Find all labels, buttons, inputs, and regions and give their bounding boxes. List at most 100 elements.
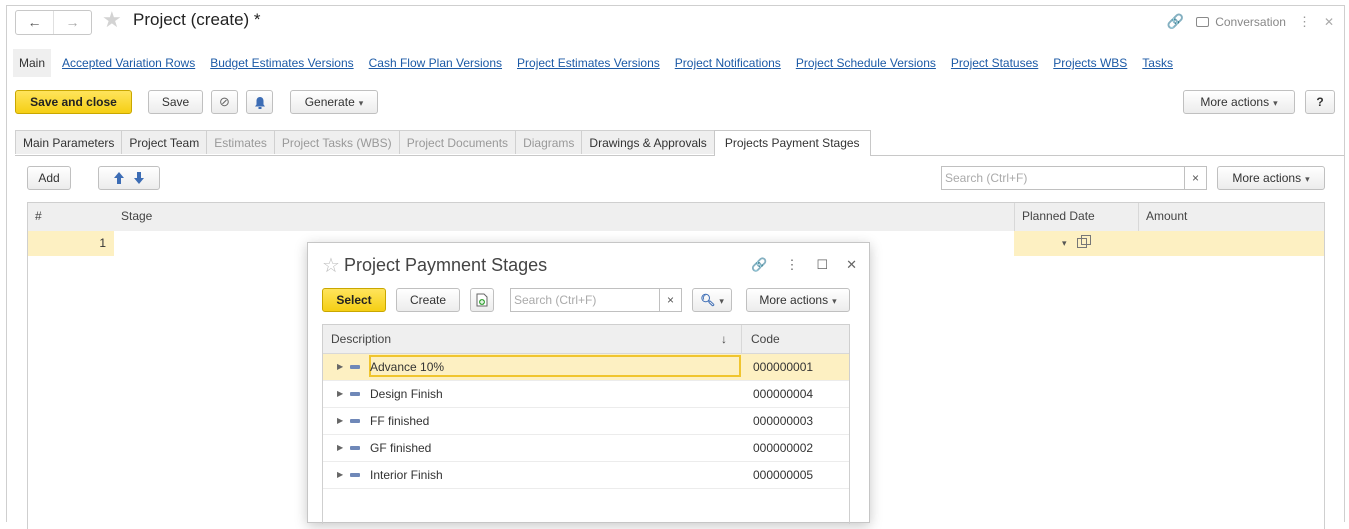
- expand-arrow-icon[interactable]: ▶: [337, 435, 343, 461]
- column-header-planned-date[interactable]: Planned Date: [1014, 203, 1138, 231]
- main-toolbar: Save and close Save ⊘ Generate ▾ More act…: [15, 90, 1344, 116]
- create-copy-button[interactable]: [470, 288, 494, 312]
- chat-bubble-icon: [1196, 16, 1210, 27]
- item-marker-icon: [350, 419, 360, 423]
- item-description: Interior Finish: [370, 468, 443, 482]
- conversation-button[interactable]: Conversation: [1196, 15, 1286, 29]
- favorite-star-icon[interactable]: ☆: [322, 253, 340, 278]
- popup-search-input[interactable]: Search (Ctrl+F): [510, 288, 660, 312]
- close-icon[interactable]: ✕: [1324, 15, 1334, 29]
- save-button[interactable]: Save: [148, 90, 203, 114]
- maximize-icon[interactable]: ☐: [816, 257, 828, 273]
- column-header-number[interactable]: #: [28, 203, 114, 231]
- chevron-down-icon: ▾: [1305, 174, 1310, 184]
- tab-project-documents[interactable]: Project Documents: [398, 130, 517, 154]
- close-icon[interactable]: ✕: [846, 257, 857, 273]
- expand-arrow-icon[interactable]: ▶: [337, 354, 343, 380]
- tab-drawings-approvals[interactable]: Drawings & Approvals: [581, 130, 715, 154]
- expand-arrow-icon[interactable]: ▶: [337, 381, 343, 407]
- link-icon[interactable]: 🔗: [751, 257, 767, 273]
- link-icon[interactable]: 🔗: [1167, 13, 1184, 30]
- tab-estimates[interactable]: Estimates: [206, 130, 275, 154]
- more-actions-button[interactable]: More actions ▾: [1183, 90, 1295, 114]
- table-more-actions-button[interactable]: More actions ▾: [1217, 166, 1325, 190]
- expand-arrow-icon[interactable]: ▶: [337, 408, 343, 434]
- payment-stages-selection-popup: ☆ Project Paymnent Stages 🔗 ⋮ ☐ ✕ Select…: [307, 242, 870, 524]
- chevron-down-icon: ▾: [1273, 98, 1278, 108]
- nav-tasks[interactable]: Tasks: [1142, 56, 1173, 70]
- popup-stages-list: Description ↓ Code ▶ Advance 10% 0000000…: [322, 324, 850, 524]
- bell-icon: [254, 97, 265, 109]
- column-header-code[interactable]: Code: [751, 325, 780, 353]
- history-nav: ← →: [15, 10, 92, 35]
- item-code: 000000002: [753, 441, 814, 455]
- nav-project-notifications[interactable]: Project Notifications: [675, 56, 781, 70]
- back-button[interactable]: ←: [16, 11, 53, 34]
- favorite-star-icon[interactable]: ★: [102, 8, 122, 32]
- item-marker-icon: [350, 365, 360, 369]
- list-item[interactable]: ▶ Design Finish 000000004: [323, 381, 849, 408]
- nav-accepted-variation-rows[interactable]: Accepted Variation Rows: [62, 56, 195, 70]
- table-search-clear-button[interactable]: ×: [1185, 166, 1207, 190]
- column-header-description[interactable]: Description: [331, 325, 391, 353]
- list-item[interactable]: ▶ Advance 10% 000000001: [323, 354, 849, 381]
- move-buttons: [98, 166, 160, 190]
- form-tabs: Main Parameters Project Team Estimates P…: [15, 130, 1344, 156]
- popup-window-controls: 🔗 ⋮ ☐ ✕: [751, 257, 857, 273]
- table-search-input[interactable]: Search (Ctrl+F): [941, 166, 1185, 190]
- window-title: Project (create) *: [133, 10, 261, 29]
- select-button[interactable]: Select: [322, 288, 386, 312]
- conversation-label: Conversation: [1215, 14, 1286, 29]
- nav-projects-wbs[interactable]: Projects WBS: [1053, 56, 1127, 70]
- move-up-icon[interactable]: [112, 171, 126, 185]
- attach-button[interactable]: ⊘: [211, 90, 238, 114]
- save-and-close-button[interactable]: Save and close: [15, 90, 132, 114]
- create-button[interactable]: Create: [396, 288, 460, 312]
- search-options-button[interactable]: 🔍︎ ▾: [692, 288, 732, 312]
- tab-project-team[interactable]: Project Team: [121, 130, 208, 154]
- forward-button[interactable]: →: [53, 11, 91, 34]
- more-menu-icon[interactable]: ⋮: [785, 257, 798, 273]
- popup-more-actions-button[interactable]: More actions ▾: [746, 288, 850, 312]
- item-marker-icon: [350, 446, 360, 450]
- item-description: Advance 10%: [370, 360, 445, 374]
- sort-descending-icon[interactable]: ↓: [721, 325, 727, 353]
- popup-toolbar: Select Create Search (Ctrl+F) × 🔍︎ ▾ More…: [322, 288, 855, 314]
- popup-list-header: Description ↓ Code: [323, 325, 849, 354]
- generate-button[interactable]: Generate ▾: [290, 90, 378, 114]
- nav-project-statuses[interactable]: Project Statuses: [951, 56, 1038, 70]
- nav-project-estimates-versions[interactable]: Project Estimates Versions: [517, 56, 660, 70]
- nav-budget-estimates-versions[interactable]: Budget Estimates Versions: [210, 56, 353, 70]
- item-description: Design Finish: [370, 387, 443, 401]
- item-marker-icon: [350, 392, 360, 396]
- nav-main[interactable]: Main: [13, 49, 52, 77]
- form-navigation: Main Accepted Variation Rows Budget Esti…: [13, 48, 1173, 78]
- item-description: GF finished: [370, 441, 432, 455]
- nav-project-schedule-versions[interactable]: Project Schedule Versions: [796, 56, 936, 70]
- table-more-actions-label: More actions: [1232, 171, 1302, 185]
- column-header-amount[interactable]: Amount: [1138, 203, 1324, 231]
- popup-title: Project Paymnent Stages: [344, 255, 548, 275]
- column-header-stage[interactable]: Stage: [114, 203, 1014, 231]
- help-button[interactable]: ?: [1305, 90, 1335, 114]
- nav-cash-flow-plan-versions[interactable]: Cash Flow Plan Versions: [369, 56, 502, 70]
- popup-more-actions-label: More actions: [759, 293, 829, 307]
- list-item[interactable]: ▶ Interior Finish 000000005: [323, 462, 849, 489]
- more-menu-icon[interactable]: ⋮: [1298, 14, 1312, 30]
- item-code: 000000005: [753, 468, 814, 482]
- add-row-button[interactable]: Add: [27, 166, 71, 190]
- dropdown-arrow-icon[interactable]: ▾: [1062, 231, 1067, 256]
- move-down-icon[interactable]: [132, 171, 146, 185]
- expand-arrow-icon[interactable]: ▶: [337, 462, 343, 488]
- notification-button[interactable]: [246, 90, 273, 114]
- popup-search-clear-button[interactable]: ×: [660, 288, 682, 312]
- open-item-icon[interactable]: [1077, 235, 1091, 248]
- item-marker-icon: [350, 473, 360, 477]
- list-item[interactable]: ▶ FF finished 000000003: [323, 408, 849, 435]
- tab-diagrams[interactable]: Diagrams: [515, 130, 583, 154]
- chevron-down-icon: ▾: [358, 98, 364, 108]
- tab-project-tasks-wbs[interactable]: Project Tasks (WBS): [273, 130, 400, 154]
- tab-projects-payment-stages[interactable]: Projects Payment Stages: [713, 130, 871, 156]
- list-item[interactable]: ▶ GF finished 000000002: [323, 435, 849, 462]
- tab-main-parameters[interactable]: Main Parameters: [15, 130, 123, 154]
